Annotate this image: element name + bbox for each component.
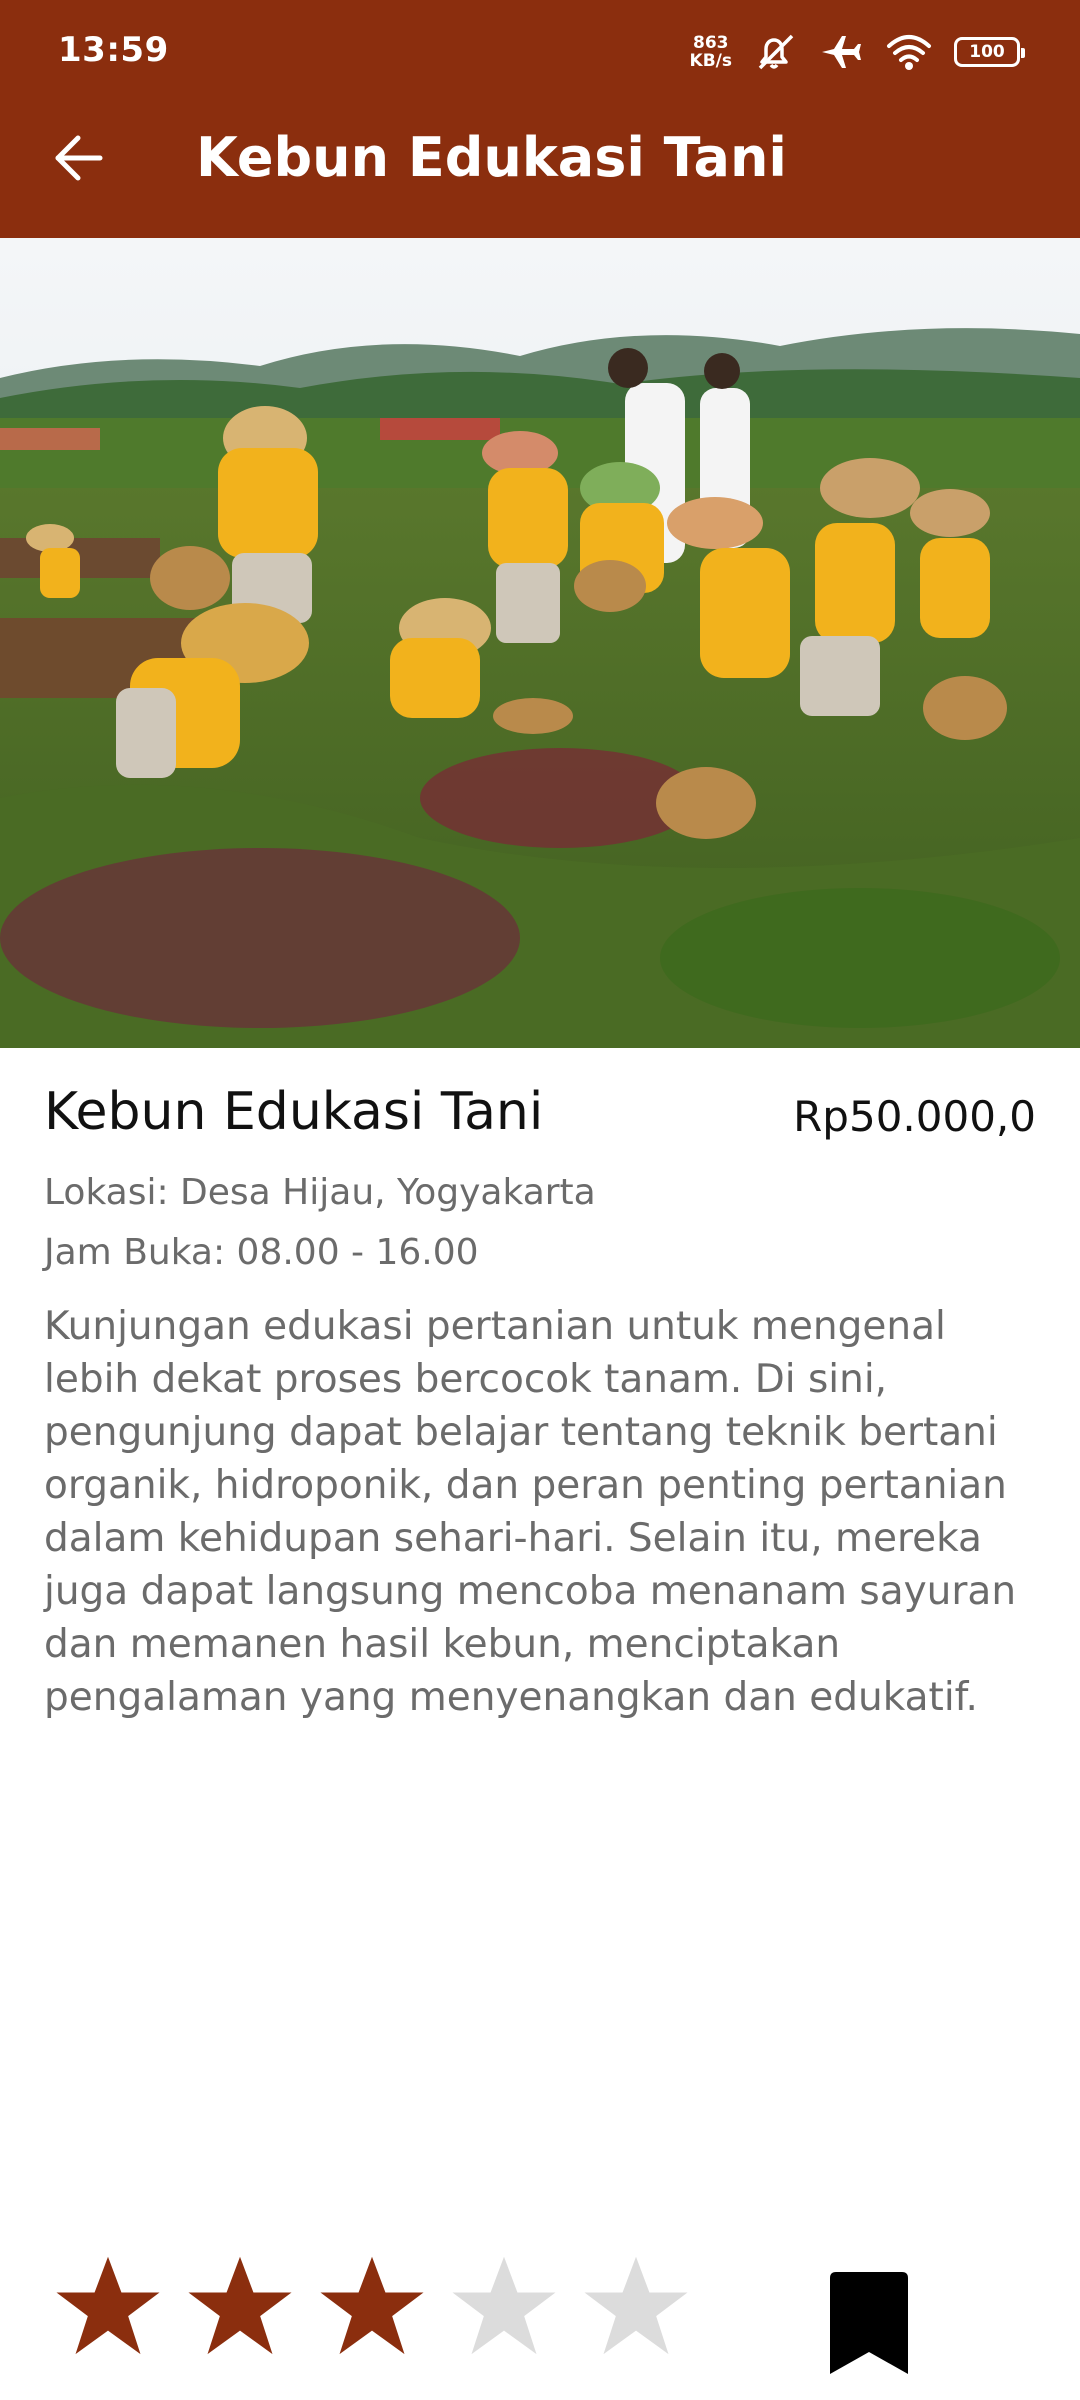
place-location: Lokasi: Desa Hijau, Yogyakarta	[44, 1172, 596, 1213]
wifi-icon	[887, 35, 931, 70]
star-icon[interactable]	[580, 2250, 692, 2362]
place-name: Kebun Edukasi Tani	[44, 1082, 544, 1142]
airplane-icon	[822, 36, 861, 68]
back-button[interactable]	[48, 128, 108, 188]
battery-level: 100	[969, 42, 1005, 62]
place-description: Kunjungan edukasi pertanian untuk mengen…	[44, 1304, 1017, 1720]
star-rating[interactable]	[52, 2250, 692, 2362]
hero-image	[0, 238, 1080, 1048]
status-icons: 863 KB/s 100	[690, 26, 1025, 78]
arrow-left-icon	[55, 135, 103, 181]
net-speed: 863 KB/s	[690, 34, 732, 70]
star-icon[interactable]	[184, 2250, 296, 2362]
net-speed-value: 863	[693, 33, 729, 53]
battery-icon: 100	[954, 37, 1025, 67]
bookmark-icon[interactable]	[826, 2268, 912, 2378]
place-hours: Jam Buka: 08.00 - 16.00	[44, 1232, 479, 1273]
mute-icon	[758, 34, 794, 70]
star-icon[interactable]	[316, 2250, 428, 2362]
place-price: Rp50.000,0	[793, 1092, 1036, 1141]
farm-photo	[0, 238, 1080, 1048]
star-icon[interactable]	[448, 2250, 560, 2362]
net-speed-unit: KB/s	[689, 51, 732, 71]
app-bar: 13:59 863 KB/s 100 Kebun Edukasi Tani	[0, 0, 1080, 238]
page-title: Kebun Edukasi Tani	[196, 126, 787, 189]
star-icon[interactable]	[52, 2250, 164, 2362]
status-time: 13:59	[58, 30, 169, 70]
